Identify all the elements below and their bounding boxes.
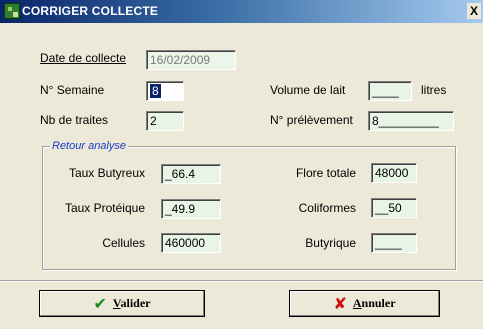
cross-icon: ✘ <box>333 293 347 313</box>
annuler-button[interactable]: ✘ Annuler <box>289 290 440 317</box>
traites-label: Nb de traites <box>40 113 109 127</box>
close-button[interactable]: X <box>467 3 481 19</box>
coliformes-label: Coliformes <box>298 201 356 215</box>
analyse-group-title: Retour analyse <box>50 140 128 152</box>
coliformes-field[interactable]: __50 <box>371 198 417 218</box>
valider-label: Valider <box>112 296 151 310</box>
title-bar[interactable]: CORRIGER COLLECTE X <box>0 0 483 23</box>
valider-button[interactable]: ✔ Valider <box>39 290 205 317</box>
tp-field[interactable]: _49.9 <box>161 199 221 219</box>
checkmark-icon: ✔ <box>93 293 107 313</box>
volume-unit: litres <box>421 83 447 97</box>
flore-label: Flore totale <box>295 166 356 180</box>
butyrique-field[interactable]: ____ <box>371 233 417 253</box>
volume-label: Volume de lait <box>270 83 346 97</box>
tp-label: Taux Protéique <box>64 201 145 215</box>
footer-separator <box>0 280 483 282</box>
annuler-label: Annuler <box>352 296 396 310</box>
semaine-field[interactable]: 8 <box>146 81 184 101</box>
prelevement-field[interactable]: 8_________ <box>368 111 454 131</box>
butyrique-label: Butyrique <box>305 236 356 250</box>
cellules-label: Cellules <box>102 236 145 250</box>
window-title: CORRIGER COLLECTE <box>22 4 159 18</box>
prelevement-label: N° prélèvement <box>270 113 353 127</box>
app-icon <box>4 3 20 19</box>
cellules-field[interactable]: 460000 <box>161 233 221 253</box>
semaine-label: N° Semaine <box>40 83 105 97</box>
date-field: 16/02/2009 <box>146 50 236 70</box>
tb-label: Taux Butyreux <box>68 166 145 180</box>
volume-field[interactable]: ____ <box>368 81 412 101</box>
traites-field[interactable]: 2 <box>146 111 184 131</box>
date-label: Date de collecte <box>40 51 127 65</box>
flore-field[interactable]: 48000 <box>371 163 417 183</box>
tb-field[interactable]: _66.4 <box>161 164 221 184</box>
